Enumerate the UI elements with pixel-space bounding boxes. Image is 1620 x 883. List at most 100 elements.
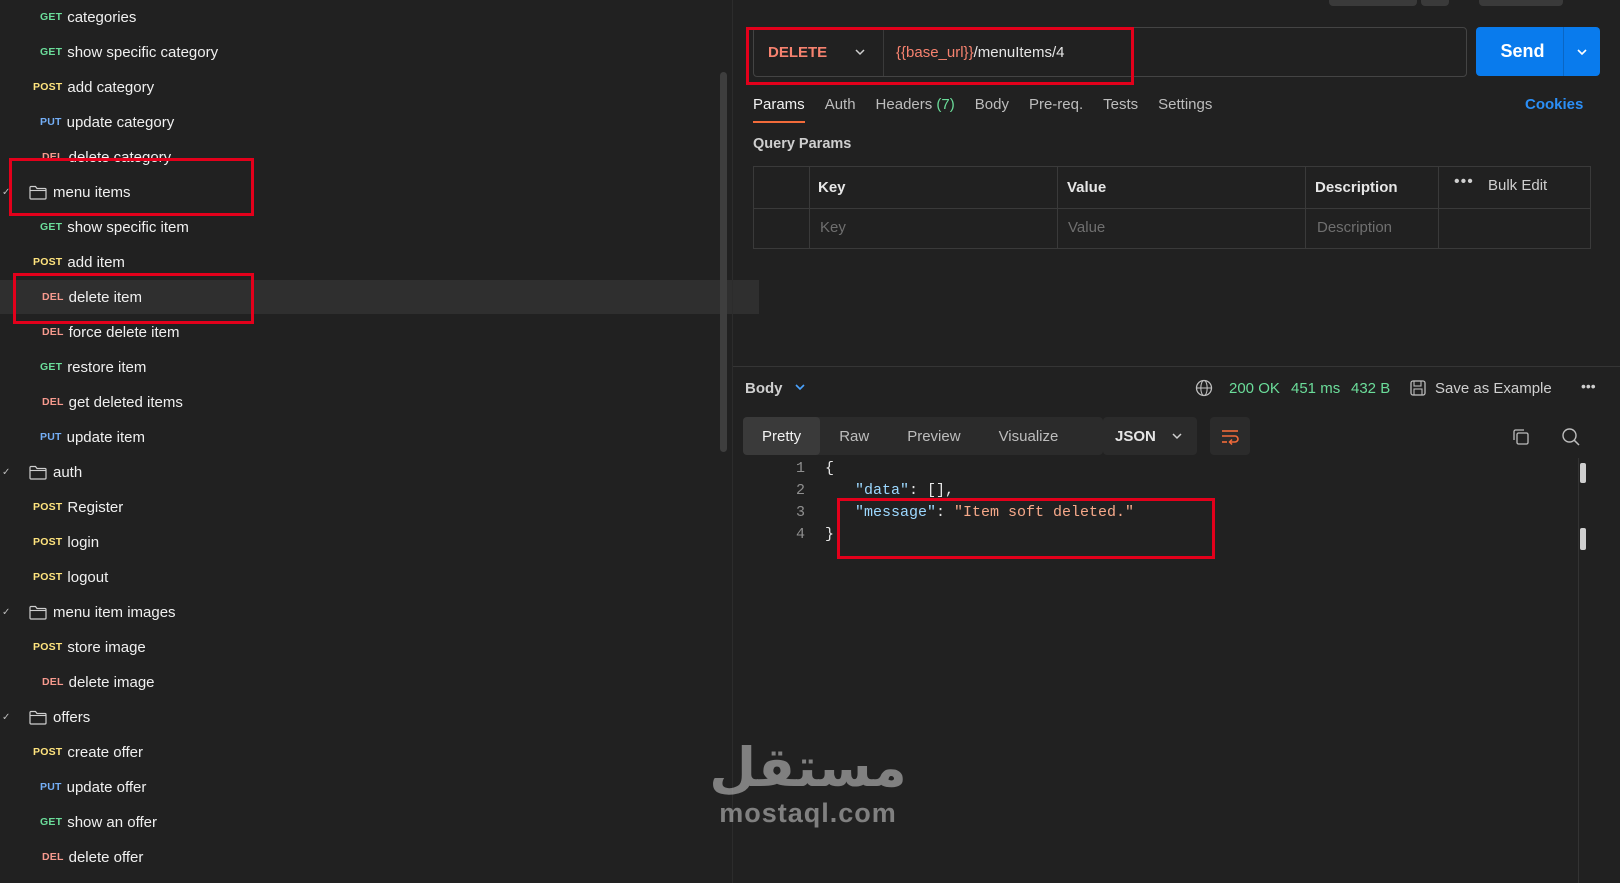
response-size[interactable]: 432 B (1351, 380, 1390, 397)
send-options-button[interactable] (1564, 45, 1600, 59)
sidebar-folder[interactable]: ✓ offers (0, 700, 746, 734)
folder-toggle-icon[interactable]: ✓ (2, 607, 10, 618)
sidebar-request-item[interactable]: POST logout (0, 560, 750, 594)
json-value: "Item soft deleted." (954, 504, 1135, 521)
response-body-dropdown[interactable]: Body (745, 380, 783, 397)
globe-icon[interactable] (1195, 379, 1213, 397)
toolbar-button-stub[interactable] (1329, 0, 1417, 6)
sidebar-request-item[interactable]: GET show specific item (0, 210, 757, 244)
sidebar-request-item[interactable]: POST create offer (0, 735, 750, 769)
line-number: 3 (795, 504, 805, 521)
bulk-edit-button[interactable]: Bulk Edit (1488, 177, 1547, 194)
format-tab-raw[interactable]: Raw (820, 417, 888, 455)
response-time[interactable]: 451 ms (1291, 380, 1340, 397)
sidebar-request-item[interactable]: PUT update item (0, 420, 757, 454)
sidebar-request-item[interactable]: DEL force delete item (0, 315, 759, 349)
method-badge: POST (33, 746, 63, 758)
method-badge: POST (33, 81, 63, 93)
url-input[interactable]: {{base_url}}/menuItems/4 (884, 44, 1064, 61)
format-tab-pretty[interactable]: Pretty (743, 417, 821, 455)
sidebar-request-item[interactable]: POST login (0, 525, 750, 559)
save-as-example-button[interactable]: Save as Example (1435, 380, 1552, 397)
sidebar-item-label: offers (53, 708, 91, 726)
status-code[interactable]: 200 OK (1229, 380, 1280, 397)
sidebar-folder[interactable]: ✓ auth (0, 455, 746, 489)
copy-icon[interactable] (1511, 427, 1531, 447)
toolbar-button-stub[interactable] (1421, 0, 1449, 6)
tab-prereq[interactable]: Pre-req. (1029, 96, 1083, 123)
sidebar-request-item[interactable]: POST add category (0, 70, 750, 104)
column-header-description: Description (1315, 179, 1398, 196)
sidebar-request-item[interactable]: POST store image (0, 630, 750, 664)
table-divider (754, 208, 1590, 209)
method-badge: POST (33, 536, 63, 548)
tab-settings[interactable]: Settings (1158, 96, 1212, 123)
wrap-lines-button[interactable] (1210, 417, 1250, 455)
sidebar-request-item[interactable]: POST Register (0, 490, 750, 524)
method-badge: GET (40, 221, 63, 233)
code-line: "data": [], (855, 482, 954, 499)
tab-headers[interactable]: Headers (7) (876, 96, 955, 123)
format-tab-visualize[interactable]: Visualize (980, 417, 1078, 455)
key-input[interactable]: Key (820, 219, 846, 236)
watermark-logo: مستقل mostaql.com (688, 738, 928, 829)
sidebar-request-item[interactable]: POST add item (0, 245, 750, 279)
request-tabs: Params Auth Headers (7) Body Pre-req. Tests Se… (753, 96, 1232, 123)
folder-icon (29, 605, 47, 620)
url-path: /menuItems/4 (973, 43, 1065, 61)
cookies-link[interactable]: Cookies (1525, 96, 1583, 113)
sidebar-request-item[interactable]: DEL delete offer (0, 840, 759, 874)
sidebar-item-label: Register (67, 498, 124, 516)
sidebar-request-item[interactable]: GET restore item (0, 350, 757, 384)
json-key: "data" (855, 482, 910, 499)
method-badge: DEL (42, 396, 64, 408)
language-label: JSON (1115, 427, 1156, 445)
sidebar-item-label: delete category (68, 148, 172, 166)
sidebar-request-item[interactable]: DEL delete category (0, 140, 759, 174)
method-select[interactable]: DELETE (754, 28, 884, 76)
folder-toggle-icon[interactable]: ✓ (2, 712, 10, 723)
save-icon[interactable] (1409, 379, 1427, 397)
column-divider (1438, 167, 1439, 248)
tab-params[interactable]: Params (753, 96, 805, 123)
description-input[interactable]: Description (1317, 219, 1392, 236)
folder-toggle-icon[interactable]: ✓ (2, 467, 10, 478)
sidebar-request-item[interactable]: DEL get deleted items (0, 385, 759, 419)
sidebar-request-item[interactable]: DEL delete image (0, 665, 759, 699)
method-badge: PUT (40, 116, 62, 128)
sidebar-request-item[interactable]: PUT update category (0, 105, 757, 139)
sidebar-folder[interactable]: ✓ menu item images (0, 595, 746, 629)
format-tab-preview[interactable]: Preview (888, 417, 979, 455)
value-input[interactable]: Value (1068, 219, 1105, 236)
sidebar-folder[interactable]: ✓ menu items (0, 175, 746, 209)
chevron-down-icon[interactable] (793, 380, 807, 394)
tab-auth[interactable]: Auth (825, 96, 856, 123)
sidebar-request-item[interactable]: GET show an offer (0, 805, 757, 839)
sidebar-item-label: delete item (68, 288, 142, 306)
code-brace: } (825, 526, 835, 543)
toolbar-button-stub[interactable] (1479, 0, 1563, 6)
language-select[interactable]: JSON (1103, 417, 1197, 455)
scroll-thumb[interactable] (1580, 528, 1586, 550)
tab-label: Headers (875, 96, 933, 113)
method-badge: DEL (42, 291, 64, 303)
sidebar-scrollbar[interactable] (720, 72, 727, 452)
response-divider[interactable] (733, 366, 1620, 367)
json-separator: : (936, 504, 955, 521)
method-badge: DEL (42, 851, 64, 863)
collection-sidebar: GET categories GET show specific category PO… (0, 0, 759, 883)
sidebar-request-item[interactable]: GET categories (0, 0, 757, 34)
more-options-icon[interactable]: ••• (1581, 378, 1596, 394)
sidebar-request-item[interactable]: GET show specific category (0, 35, 757, 69)
json-separator: : (909, 482, 928, 499)
method-badge: DEL (42, 326, 64, 338)
folder-toggle-icon[interactable]: ✓ (2, 187, 10, 198)
more-options-icon[interactable]: ••• (1454, 173, 1474, 191)
sidebar-request-item[interactable]: PUT update offer (0, 770, 757, 804)
response-scrollbar[interactable] (1578, 458, 1586, 883)
search-icon[interactable] (1561, 427, 1581, 447)
tab-tests[interactable]: Tests (1103, 96, 1138, 123)
send-button[interactable]: Send (1476, 41, 1563, 62)
tab-body[interactable]: Body (975, 96, 1009, 123)
sidebar-request-item[interactable]: DEL delete item (0, 280, 759, 314)
